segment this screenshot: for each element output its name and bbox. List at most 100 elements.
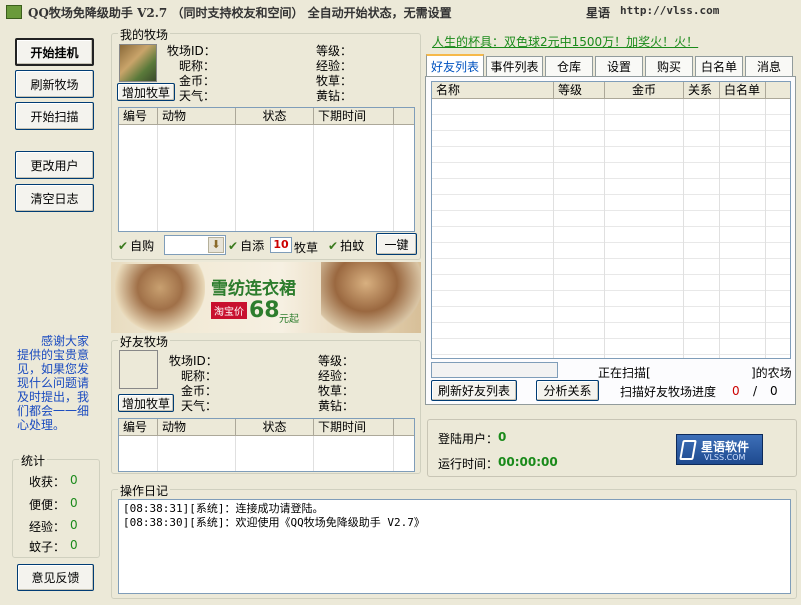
login-info-group: 登陆用户： 0 运行时间： 00:00:00 星语软件 VLSS.COM — [427, 419, 797, 477]
operation-log-textarea[interactable]: [08:38:31][系统]：连接成功请登陆。 [08:38:30][系统]：欢… — [118, 499, 791, 594]
auto-buy-label: 自购 — [130, 239, 155, 253]
grass-count-input[interactable]: 10 — [270, 237, 292, 253]
column-header-name[interactable]: 名称 — [432, 82, 554, 98]
stat-poop-label: 便便： — [29, 498, 66, 512]
my-farm-animal-table[interactable]: 编号 动物 状态 下期时间 — [118, 107, 415, 232]
stat-exp-value: 0 — [70, 518, 78, 532]
friend-farm-animal-table[interactable]: 编号 动物 状态 下期时间 — [118, 418, 415, 472]
title-bar: QQ牧场免降级助手 V2.7 （同时支持校友和空间） 全自动开始状态，无需设置 … — [0, 0, 801, 24]
tab-messages[interactable]: 消息 — [745, 56, 793, 76]
start-scan-button[interactable]: 开始扫描 — [15, 102, 94, 130]
brand-name: 星语 — [586, 6, 611, 20]
stat-mosquito-value: 0 — [70, 538, 78, 552]
my-farm-add-grass-button[interactable]: 增加牧草 — [117, 83, 175, 101]
stat-exp-label: 经验： — [29, 520, 66, 534]
window-title: QQ牧场免降级助手 V2.7 （同时支持校友和空间） 全自动开始状态，无需设置 — [28, 6, 452, 20]
run-time-label: 运行时间： — [438, 457, 499, 471]
scan-progress-bar — [431, 362, 558, 378]
ad-price-unit: 元起 — [279, 314, 299, 325]
stat-mosquito-label: 蚊子： — [29, 540, 66, 554]
tab-event-list[interactable]: 事件列表 — [486, 56, 543, 76]
auto-buy-select[interactable]: ⬇ — [164, 235, 226, 255]
column-header-next-time[interactable]: 下期时间 — [314, 108, 394, 124]
scan-progress-current: 0 — [732, 384, 740, 398]
my-farm-avatar — [119, 44, 157, 82]
column-header-animal[interactable]: 动物 — [158, 108, 236, 124]
login-user-label: 登陆用户： — [438, 432, 499, 446]
column-header-level[interactable]: 等级 — [554, 82, 605, 98]
logo-mark-icon — [679, 440, 697, 460]
ad-model-image-left — [115, 264, 205, 332]
ad-price: 68 — [249, 298, 280, 323]
stat-harvest-value: 0 — [70, 473, 78, 487]
ad-headline: 雪纺连衣裙 — [211, 279, 296, 299]
run-time-value: 00:00:00 — [498, 455, 558, 469]
change-user-button[interactable]: 更改用户 — [15, 151, 94, 179]
feedback-button[interactable]: 意见反馈 — [17, 564, 94, 591]
stat-poop-value: 0 — [70, 496, 78, 510]
friend-farm-avatar — [119, 350, 158, 389]
tab-settings[interactable]: 设置 — [595, 56, 643, 76]
clear-log-button[interactable]: 清空日志 — [15, 184, 94, 212]
operation-log-legend: 操作日记 — [118, 482, 171, 499]
refresh-friend-list-button[interactable]: 刷新好友列表 — [431, 380, 517, 401]
check-icon: ✔ — [118, 238, 129, 253]
column-header-id[interactable]: 编号 — [119, 419, 158, 435]
marquee-text[interactable]: 人生的杯具：双色球2元中1500万！加奖火！火！ — [432, 33, 698, 50]
check-icon: ✔ — [328, 238, 339, 253]
scanning-prefix: 正在扫描[ — [598, 366, 651, 380]
column-header-status[interactable]: 状态 — [236, 419, 314, 435]
my-farm-legend: 我的牧场 — [118, 26, 171, 43]
app-icon — [6, 5, 22, 19]
auto-buy-checkbox[interactable]: ✔ 自购 — [118, 237, 154, 254]
catch-mosquito-label: 拍蚊 — [340, 239, 365, 253]
auto-add-label: 自添 — [240, 239, 265, 253]
tab-warehouse[interactable]: 仓库 — [545, 56, 593, 76]
column-header-status[interactable]: 状态 — [236, 108, 314, 124]
column-header-id[interactable]: 编号 — [119, 108, 158, 124]
stats-group: 统计 收获： 0 便便： 0 经验： 0 蚊子： 0 — [12, 452, 100, 558]
ad-tag: 淘宝价 — [211, 302, 247, 319]
start-hang-button[interactable]: 开始挂机 — [15, 38, 94, 66]
scan-progress-separator: / — [753, 384, 758, 398]
scan-progress-label: 扫描好友牧场进度 — [620, 385, 717, 399]
my-farm-weather-label: 天气： — [179, 89, 216, 103]
friend-list-table[interactable]: 名称 等级 金币 关系 白名单 — [431, 81, 791, 359]
vlss-logo[interactable]: 星语软件 VLSS.COM — [676, 434, 763, 465]
column-header-next-time[interactable]: 下期时间 — [314, 419, 394, 435]
operation-log-group: 操作日记 [08:38:31][系统]：连接成功请登陆。 [08:38:30][… — [111, 482, 797, 599]
catch-mosquito-checkbox[interactable]: ✔ 拍蚊 — [328, 237, 364, 254]
my-farm-diamond-label: 黄钻： — [316, 89, 353, 103]
login-user-value: 0 — [498, 430, 507, 444]
tab-friend-list[interactable]: 好友列表 — [426, 54, 484, 76]
friend-farm-add-grass-button[interactable]: 增加牧草 — [118, 394, 174, 412]
grass-unit-label: 牧草 — [294, 241, 319, 255]
chevron-down-icon[interactable]: ⬇ — [208, 237, 224, 253]
scanning-suffix: ]的农场 — [751, 366, 792, 380]
stats-legend: 统计 — [19, 452, 48, 469]
scan-progress-total: 0 — [770, 384, 778, 398]
tab-buy[interactable]: 购买 — [645, 56, 693, 76]
tab-whitelist[interactable]: 白名单 — [695, 56, 743, 76]
ad-banner[interactable]: 雪纺连衣裙 淘宝价 68 元起 — [111, 262, 421, 333]
check-icon: ✔ — [228, 238, 239, 253]
friend-farm-group: 好友牧场 增加牧草 牧场ID： 昵称： 金币： 天气： 等级： 经验： 牧草： … — [111, 333, 421, 474]
friend-farm-weather-label: 天气： — [181, 399, 218, 413]
column-header-animal[interactable]: 动物 — [158, 419, 236, 435]
one-key-button[interactable]: 一键 — [376, 233, 417, 255]
brand-url[interactable]: http://vlss.com — [620, 4, 719, 17]
friend-farm-diamond-label: 黄钻： — [318, 399, 355, 413]
column-header-relation[interactable]: 关系 — [684, 82, 720, 98]
column-header-whitelist[interactable]: 白名单 — [720, 82, 766, 98]
my-farm-group: 我的牧场 增加牧草 牧场ID： 昵称： 金币： 天气： 等级： 经验： 牧草： … — [111, 26, 421, 260]
ad-model-image-right — [321, 262, 421, 333]
logo-subtext: VLSS.COM — [704, 453, 746, 462]
friend-list-panel: 名称 等级 金币 关系 白名单 正在扫描[ ]的农场 刷新好友列表 分析关系 扫… — [425, 76, 796, 405]
refresh-farm-button[interactable]: 刷新牧场 — [15, 70, 94, 98]
log-line: [08:38:31][系统]：连接成功请登陆。 — [123, 502, 324, 515]
auto-add-checkbox[interactable]: ✔ 自添 — [228, 237, 264, 254]
column-header-gold[interactable]: 金币 — [605, 82, 684, 98]
friend-farm-legend: 好友牧场 — [118, 333, 171, 350]
thanks-text: 感谢大家提供的宝贵意见，如果您发现什么问题请及时提出，我们都会一一细心处理。 — [17, 334, 90, 432]
analyze-relation-button[interactable]: 分析关系 — [536, 380, 599, 401]
